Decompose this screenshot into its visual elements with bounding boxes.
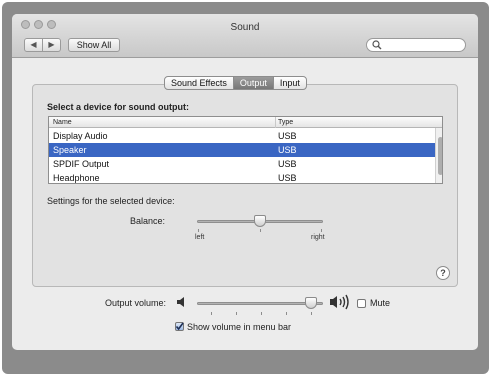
table-row[interactable]: Display Audio USB (49, 129, 435, 143)
table-row[interactable]: SPDIF Output USB (49, 157, 435, 171)
balance-tick-center (260, 229, 261, 232)
volume-tick (211, 312, 212, 315)
scrollbar-thumb[interactable] (438, 137, 442, 175)
tab-bar: Sound Effects Output Input (164, 76, 307, 90)
speaker-low-icon[interactable] (176, 296, 187, 308)
forward-button[interactable]: ▶ (42, 39, 60, 51)
window-title: Sound (230, 22, 260, 33)
sound-preferences-window: Sound ◀ ▶ Show All Sound Effects Output … (12, 14, 478, 350)
device-name: Headphone (53, 173, 100, 183)
device-settings-label: Settings for the selected device: (47, 196, 175, 206)
device-type: USB (278, 131, 297, 141)
output-volume-label: Output volume: (105, 298, 167, 308)
help-button[interactable]: ? (436, 266, 450, 280)
balance-tick-left (198, 229, 199, 232)
device-type: USB (278, 159, 297, 169)
volume-tick (261, 312, 262, 315)
column-divider (275, 117, 276, 128)
volume-tick (286, 312, 287, 315)
balance-label: Balance: (130, 216, 166, 226)
volume-tick (311, 312, 312, 315)
tab-input[interactable]: Input (272, 77, 306, 89)
show-volume-checkbox[interactable] (175, 322, 184, 331)
speaker-high-icon[interactable] (329, 294, 351, 310)
device-type: USB (278, 173, 297, 183)
volume-slider-track[interactable] (197, 302, 323, 305)
balance-right-label: right (311, 234, 325, 241)
mute-label: Mute (370, 298, 391, 308)
checkmark-icon (175, 322, 184, 331)
device-name: Display Audio (53, 131, 108, 141)
device-type: USB (278, 145, 297, 155)
column-header-type[interactable]: Type (278, 117, 293, 128)
device-list-heading: Select a device for sound output: (47, 102, 190, 112)
column-header-name[interactable]: Name (53, 117, 72, 128)
back-button[interactable]: ◀ (25, 39, 42, 51)
titlebar: Sound ◀ ▶ Show All (12, 14, 478, 58)
show-volume-label: Show volume in menu bar (187, 322, 292, 332)
balance-tick-right (321, 229, 322, 232)
device-table: Name Type Display Audio USB Speaker USB … (48, 116, 443, 184)
search-icon (372, 40, 382, 50)
table-scrollbar[interactable] (435, 128, 442, 183)
nav-buttons: ◀ ▶ (24, 38, 61, 52)
tab-sound-effects[interactable]: Sound Effects (165, 77, 233, 89)
table-row-selected[interactable]: Speaker USB (49, 143, 435, 157)
device-name: Speaker (53, 145, 87, 155)
output-panel (32, 84, 458, 287)
tab-output[interactable]: Output (232, 77, 273, 89)
volume-tick (236, 312, 237, 315)
balance-left-label: left (195, 234, 205, 241)
device-name: SPDIF Output (53, 159, 110, 169)
table-header: Name Type (49, 117, 442, 128)
show-all-button[interactable]: Show All (68, 38, 120, 52)
table-row[interactable]: Headphone USB (49, 171, 435, 183)
balance-slider-knob[interactable] (254, 215, 266, 227)
mute-checkbox[interactable] (357, 299, 366, 308)
volume-slider-knob[interactable] (305, 297, 318, 309)
search-field[interactable] (366, 38, 466, 52)
